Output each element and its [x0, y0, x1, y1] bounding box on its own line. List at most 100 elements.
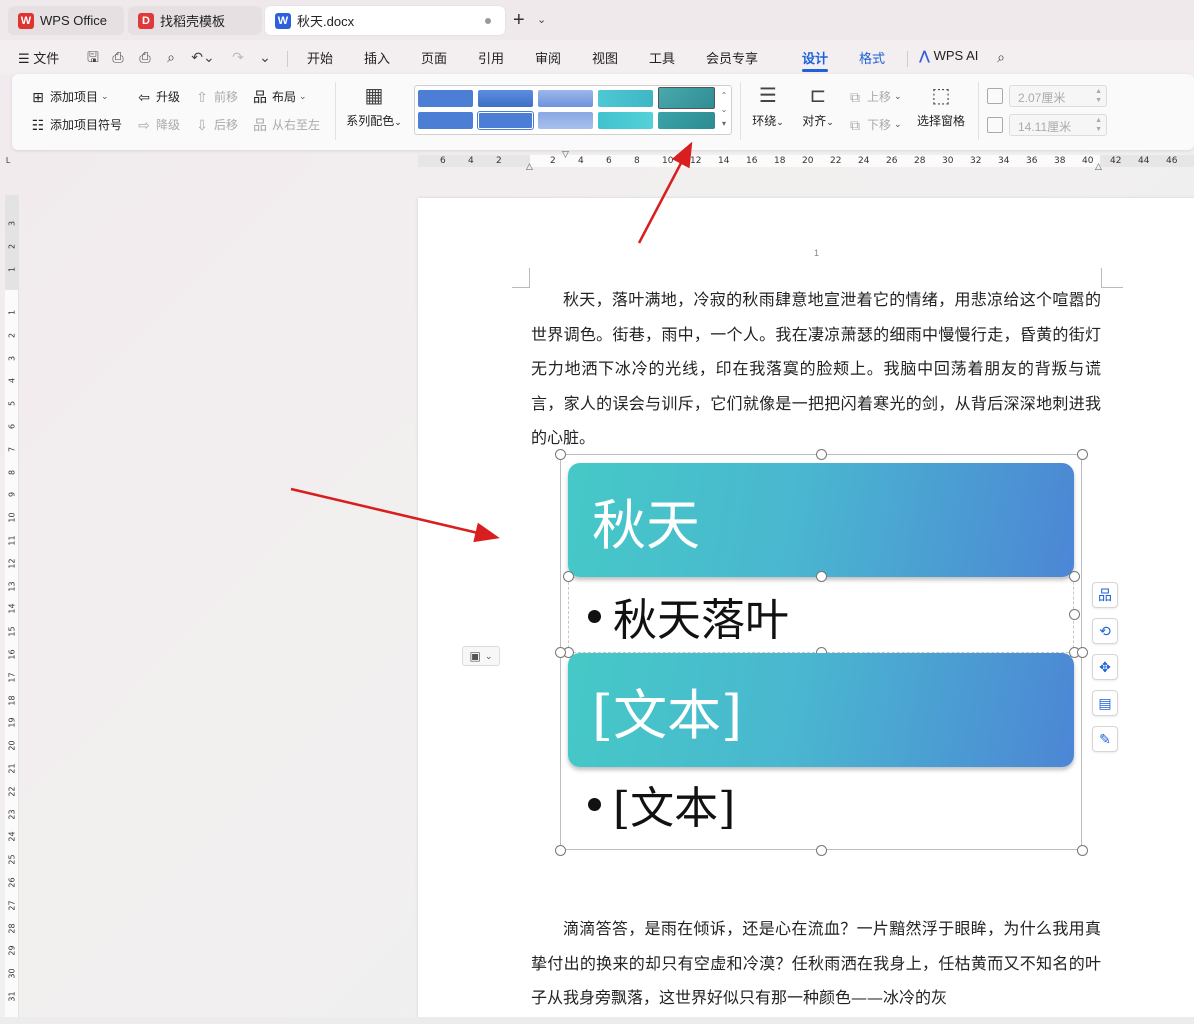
series-colors-button[interactable]: ▦ 系列配色⌄ — [344, 84, 404, 129]
new-tab-plus-icon[interactable]: + — [513, 10, 525, 30]
promote-button[interactable]: ⇦ 升级 — [136, 88, 180, 105]
smartart-move-float-button[interactable]: ✥ — [1092, 654, 1118, 680]
add-item-button[interactable]: ⊞ 添加项目 ⌄ — [30, 88, 108, 105]
vertical-ruler[interactable]: 3 2 1 1 2 3 4 5 6 7 8 9 10 11 12 13 14 15 16 17 18 19 20 21 22 23… — [5, 195, 19, 1017]
style-swatch[interactable] — [418, 112, 473, 129]
first-line-indent-marker-icon[interactable]: ▽ — [562, 149, 569, 160]
smartart-header-shape[interactable]: 秋天 — [568, 463, 1074, 577]
tab-view[interactable]: 视图 — [592, 48, 618, 67]
shape-handle[interactable] — [563, 571, 574, 582]
shape-handle[interactable] — [816, 571, 827, 582]
ruler-tick-label: 1 — [7, 266, 17, 273]
demote-button[interactable]: ⇨ 降级 — [136, 116, 180, 133]
tab-review[interactable]: 审阅 — [535, 48, 561, 67]
chevron-up-icon[interactable]: ⌃ — [719, 89, 729, 103]
redo-icon[interactable]: ↷ — [230, 49, 246, 65]
style-swatch-selected[interactable] — [658, 87, 715, 109]
smartart-layout-float-button[interactable]: 品 — [1092, 582, 1118, 608]
print-icon[interactable]: ⎙ — [137, 49, 153, 65]
style-swatch[interactable] — [478, 90, 533, 107]
document-page[interactable]: 1 秋天，落叶满地，冷寂的秋雨肆意地宣泄着它的情绪，用悲凉给这个喧嚣的世界调色。… — [418, 198, 1194, 1024]
selection-pane-button[interactable]: ⬚ 选择窗格 — [910, 84, 972, 129]
ruler-tick-label: 14 — [718, 156, 730, 166]
left-indent-marker-icon[interactable]: △ — [526, 161, 533, 172]
resize-handle[interactable] — [1077, 647, 1088, 658]
chevron-down-icon[interactable]: ⌄ — [719, 103, 729, 117]
search-icon[interactable]: ⌕ — [993, 49, 1009, 65]
wrap-button[interactable]: ☰ 环绕⌄ — [742, 84, 794, 129]
add-bullet-button[interactable]: ☷ 添加项目符号 — [30, 116, 122, 133]
smartart-bullet-text[interactable]: 秋天落叶 — [613, 584, 789, 648]
wps-ai-button[interactable]: ⋀ WPS AI — [919, 48, 978, 64]
stepper-icon[interactable]: ▲ ▼ — [1095, 87, 1102, 105]
layout-button[interactable]: 品 布局 ⌄ — [252, 88, 307, 105]
tab-home[interactable]: 开始 — [307, 48, 333, 67]
style-swatch[interactable] — [538, 90, 593, 107]
ruler-tick-label: 28 — [914, 156, 926, 166]
right-to-left-button[interactable]: 品 从右至左 — [252, 116, 320, 133]
ribbon-divider — [978, 82, 979, 140]
shape-handle[interactable] — [1069, 609, 1080, 620]
width-field[interactable]: 14.11厘米 ▲ ▼ — [1009, 114, 1107, 136]
paragraph[interactable]: 滴滴答答，是雨在倾诉，还是心在流血？一片黯然浮于眼眸，为什么我用真挚付出的换来的… — [531, 912, 1101, 1016]
right-indent-marker-icon[interactable]: △ — [1095, 161, 1102, 172]
tab-docer-templates[interactable]: D 找稻壳模板 — [128, 6, 262, 35]
undo-icon[interactable]: ↶⌄ — [190, 49, 216, 65]
tab-member[interactable]: 会员专享 — [706, 48, 758, 67]
file-menu[interactable]: ☰ 文件 — [18, 48, 59, 67]
gallery-scroll[interactable]: ⌃ ⌄ ▾ — [719, 89, 729, 131]
style-swatch[interactable] — [418, 90, 473, 107]
shape-handle[interactable] — [1069, 571, 1080, 582]
smartart-header-shape[interactable]: [文本] — [568, 653, 1074, 767]
print-preview-icon[interactable]: ⌕ — [163, 49, 179, 65]
horizontal-ruler[interactable]: 6 4 2 2 4 6 8 10 12 14 16 18 20 22 24 26 28 30 32 34 36 38 40 4… — [418, 149, 1194, 171]
smartart-bullet[interactable]: 秋天落叶 — [588, 584, 789, 648]
height-field[interactable]: 2.07厘米 ▲ ▼ — [1009, 85, 1107, 107]
style-swatch[interactable] — [658, 112, 715, 129]
paragraph[interactable]: 秋天，落叶满地，冷寂的秋雨肆意地宣泄着它的情绪，用悲凉给这个喧嚣的世界调色。街巷… — [531, 283, 1101, 456]
save-icon[interactable]: 🖫 — [85, 49, 101, 65]
layout-options-button[interactable]: ▣ ⌄ — [462, 646, 500, 666]
smartart-bullet-text[interactable]: [文本] — [613, 772, 735, 836]
smartart-bullet[interactable]: [文本] — [588, 772, 735, 836]
tab-page[interactable]: 页面 — [421, 48, 447, 67]
tab-label: WPS Office — [40, 13, 107, 28]
tab-insert[interactable]: 插入 — [364, 48, 390, 67]
tab-references[interactable]: 引用 — [478, 48, 504, 67]
smartart-header-text[interactable]: [文本] — [592, 671, 742, 750]
stepper-icon[interactable]: ▲ ▼ — [1095, 116, 1102, 134]
style-swatch[interactable] — [538, 112, 593, 129]
bring-forward-button[interactable]: ⧉ 上移 ⌄ — [847, 88, 902, 105]
resize-handle[interactable] — [555, 845, 566, 856]
style-gallery[interactable]: ⌃ ⌄ ▾ — [414, 85, 732, 135]
resize-handle[interactable] — [555, 449, 566, 460]
smartart-header-text[interactable]: 秋天 — [592, 481, 700, 560]
style-swatch[interactable] — [477, 111, 534, 130]
tab-tools[interactable]: 工具 — [649, 48, 675, 67]
smartart-text-pane-float-button[interactable]: ▤ — [1092, 690, 1118, 716]
tab-design[interactable]: 设计 — [802, 48, 828, 67]
align-button[interactable]: ⊏ 对齐⌄ — [792, 84, 844, 129]
ruler-corner-tab-icon[interactable]: L — [6, 156, 16, 166]
resize-handle[interactable] — [816, 845, 827, 856]
export-icon[interactable]: ⎙ — [110, 49, 126, 65]
tab-format[interactable]: 格式 — [859, 48, 885, 67]
tab-label: 秋天.docx — [297, 14, 355, 29]
move-up-button[interactable]: ⇧ 前移 — [194, 88, 238, 105]
resize-handle[interactable] — [1077, 845, 1088, 856]
gallery-expand-icon[interactable]: ▾ — [719, 117, 729, 131]
tab-wps-office[interactable]: W WPS Office — [8, 6, 124, 35]
move-down-button[interactable]: ⇩ 后移 — [194, 116, 238, 133]
style-swatch[interactable] — [598, 112, 653, 129]
smartart-change-color-float-button[interactable]: ⟲ — [1092, 618, 1118, 644]
resize-handle[interactable] — [816, 449, 827, 460]
unsaved-dot-icon[interactable] — [485, 18, 491, 24]
smartart-format-float-button[interactable]: ✎ — [1092, 726, 1118, 752]
tab-list-chevron-icon[interactable]: ⌄ — [537, 13, 546, 26]
quick-access-more-icon[interactable]: ⌄ — [257, 49, 273, 65]
style-swatch[interactable] — [598, 90, 653, 107]
tab-document[interactable]: W 秋天.docx — [265, 6, 505, 35]
resize-handle[interactable] — [1077, 449, 1088, 460]
send-backward-button[interactable]: ⧉ 下移 ⌄ — [847, 116, 902, 133]
resize-handle[interactable] — [555, 647, 566, 658]
